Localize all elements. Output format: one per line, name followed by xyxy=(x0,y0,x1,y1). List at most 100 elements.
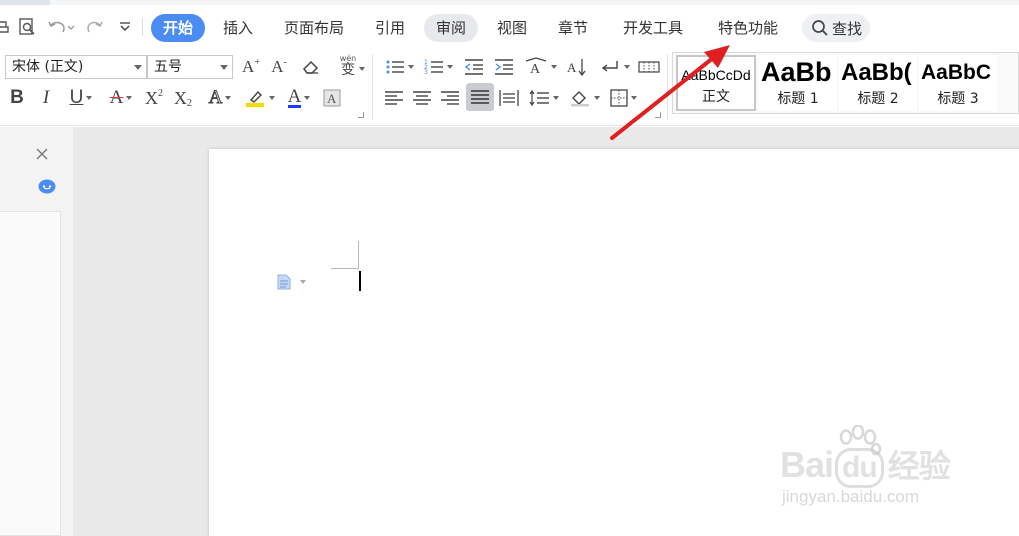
svg-text:A: A xyxy=(327,91,337,106)
tab-review[interactable]: 审阅 xyxy=(424,14,478,42)
align-left-button[interactable] xyxy=(382,85,406,111)
tab-view[interactable]: 视图 xyxy=(488,14,536,42)
sort-button[interactable]: A xyxy=(563,54,589,80)
grow-font-button[interactable]: A + xyxy=(240,54,262,80)
align-right-button[interactable] xyxy=(438,85,462,111)
text-effect-icon: A xyxy=(208,87,223,109)
tab-chapter[interactable]: 章节 xyxy=(549,14,597,42)
clear-format-button[interactable] xyxy=(298,54,324,80)
redo-icon[interactable] xyxy=(84,12,106,42)
chevron-down-icon xyxy=(552,96,559,100)
svg-text:A: A xyxy=(567,60,577,75)
bold-icon: B xyxy=(10,87,24,108)
font-name-value: 宋体 (正文) xyxy=(12,59,84,75)
style-heading-3[interactable]: AaBbC 标题 3 xyxy=(919,55,997,111)
search-button[interactable]: 查找 xyxy=(802,14,870,42)
bullet-list-button[interactable] xyxy=(382,54,416,80)
superscript-button[interactable]: X2 xyxy=(142,85,166,111)
baidu-jingyan-watermark: Bai du 经验 jingyan.baidu.com xyxy=(780,425,980,520)
phonetic-dropdown-chevron-down-icon[interactable] xyxy=(356,56,365,82)
style-sample: AaBb xyxy=(761,57,832,87)
chevron-down-icon xyxy=(593,96,600,100)
align-center-button[interactable] xyxy=(410,85,434,111)
bullet-list-icon xyxy=(386,60,404,74)
align-center-icon xyxy=(413,91,431,105)
increase-indent-button[interactable] xyxy=(491,54,517,80)
align-left-icon xyxy=(385,91,403,105)
shading-icon: A xyxy=(323,89,341,107)
font-color-icon: A xyxy=(287,86,302,108)
svg-text:3: 3 xyxy=(424,69,428,76)
line-spacing-button[interactable] xyxy=(526,85,560,111)
strikethrough-icon: A xyxy=(109,87,124,108)
tab-references[interactable]: 引用 xyxy=(366,14,414,42)
superscript-mark: 2 xyxy=(158,87,163,99)
tab-insert[interactable]: 插入 xyxy=(214,14,262,42)
plus-mark: + xyxy=(254,56,260,68)
text-direction-icon: A xyxy=(525,57,546,77)
chevron-down-icon xyxy=(407,65,414,69)
margin-mark-vertical xyxy=(358,241,359,269)
italic-button[interactable]: I xyxy=(35,85,57,111)
print-icon[interactable] xyxy=(0,12,10,42)
chevron-down-icon xyxy=(300,280,306,284)
tab-page-layout[interactable]: 页面布局 xyxy=(278,14,350,42)
style-heading-2[interactable]: AaBb( 标题 2 xyxy=(839,55,917,111)
underline-button[interactable]: U xyxy=(63,85,99,111)
eraser-icon xyxy=(303,60,319,74)
style-name: 标题 1 xyxy=(777,91,819,107)
italic-icon: I xyxy=(42,87,50,108)
style-name: 标题 2 xyxy=(857,91,899,107)
chat-bubble-icon[interactable] xyxy=(38,179,56,195)
paragraph-shading-button[interactable] xyxy=(566,85,602,111)
superscript-icon: X xyxy=(145,87,158,108)
font-size-select[interactable]: 五号 xyxy=(147,55,233,79)
watermark-jingyan: 经验 xyxy=(887,448,951,484)
text-effect-button[interactable]: A xyxy=(202,85,238,111)
tab-home[interactable]: 开始 xyxy=(151,14,205,42)
numbered-list-button[interactable]: 123 xyxy=(421,54,455,80)
ribbon-home: 宋体 (正文) 五号 A + A- wén 变 B I U A X2 X2 A A… xyxy=(0,50,1019,126)
undo-icon[interactable] xyxy=(46,12,76,42)
bold-button[interactable]: B xyxy=(6,85,28,111)
shrink-font-button[interactable]: A- xyxy=(268,54,290,80)
increase-indent-icon xyxy=(495,59,513,75)
watermark-bai: Bai xyxy=(780,444,834,485)
numbered-list-icon: 123 xyxy=(424,59,443,76)
paint-bucket-icon xyxy=(570,91,589,107)
decrease-indent-icon xyxy=(464,59,483,75)
title-tab-bar: 开始 插入 页面布局 引用 审阅 视图 章节 开发工具 特色功能 查找 xyxy=(0,0,1019,50)
paragraph-layout-button[interactable] xyxy=(276,273,306,291)
highlighter-icon xyxy=(245,90,264,107)
navigation-pane-body[interactable] xyxy=(0,211,61,536)
font-size-value: 五号 xyxy=(154,59,182,75)
chevron-down-icon xyxy=(126,96,133,100)
chevron-down-icon xyxy=(220,65,228,70)
distributed-align-button[interactable] xyxy=(497,85,521,111)
toolbar-divider xyxy=(142,18,143,36)
decrease-indent-button[interactable] xyxy=(461,54,487,80)
search-label: 查找 xyxy=(832,19,863,38)
distributed-align-icon xyxy=(499,90,519,106)
character-shading-button[interactable]: A xyxy=(320,85,344,111)
active-document-tab[interactable] xyxy=(0,0,50,5)
font-color-button[interactable]: A xyxy=(282,85,316,111)
margin-mark-horizontal xyxy=(331,268,359,269)
subscript-button[interactable]: X2 xyxy=(171,85,195,111)
annotation-arrow-icon xyxy=(610,45,730,140)
navigation-pane xyxy=(0,127,73,536)
character-spacing-button[interactable]: A xyxy=(522,54,558,80)
print-preview-icon[interactable] xyxy=(16,12,38,42)
style-sample: AaBb( xyxy=(841,59,912,86)
chevron-down-icon xyxy=(225,96,232,100)
align-right-icon xyxy=(441,91,459,105)
justify-button[interactable] xyxy=(466,83,494,111)
highlight-button[interactable] xyxy=(242,85,276,111)
font-dialog-launcher-icon[interactable] xyxy=(358,112,364,118)
font-name-select[interactable]: 宋体 (正文) xyxy=(5,55,147,79)
text-caret xyxy=(359,271,361,291)
style-heading-1[interactable]: AaBb 标题 1 xyxy=(759,55,837,111)
strikethrough-button[interactable]: A xyxy=(104,85,138,111)
close-icon[interactable] xyxy=(35,147,49,161)
customize-toolbar-chevron-down-icon[interactable] xyxy=(114,12,136,42)
